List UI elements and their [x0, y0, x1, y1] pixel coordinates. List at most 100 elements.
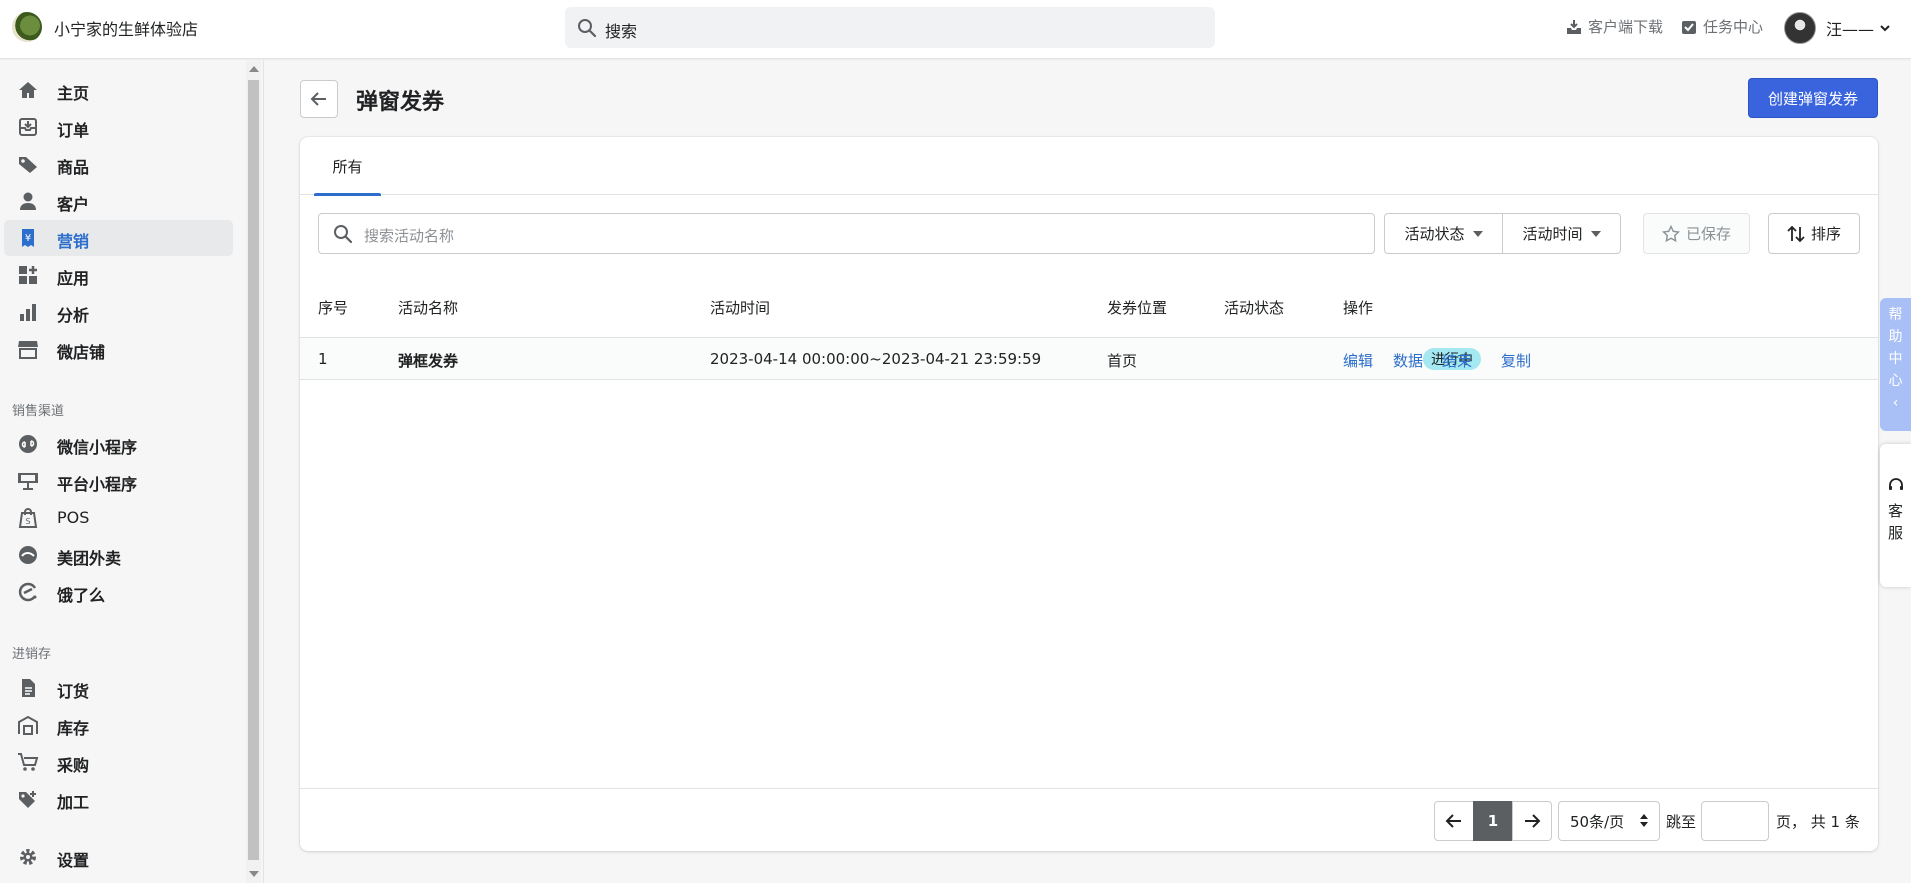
global-search[interactable]: 搜索 [565, 7, 1215, 48]
store-logo[interactable] [12, 12, 42, 42]
sidebar-item-wechat-miniprogram[interactable]: 微信小程序 [4, 426, 233, 462]
create-popup-coupon-button[interactable]: 创建弹窗发券 [1748, 78, 1878, 118]
help-center-tab[interactable]: 帮 助 中 心 ‹ [1880, 298, 1911, 431]
activity-search-input[interactable]: 搜索活动名称 [318, 213, 1375, 254]
scroll-down-arrow[interactable] [249, 871, 259, 877]
row-coupon-position: 首页 [1107, 352, 1138, 370]
service-char: 服 [1887, 524, 1903, 542]
prev-page-button[interactable] [1434, 801, 1474, 841]
jump-label: 跳至 [1666, 813, 1697, 831]
row-activity-name: 弹框发券 [398, 352, 459, 370]
column-header-name: 活动名称 [398, 299, 459, 317]
sidebar-item-home[interactable]: 主页 [4, 72, 233, 108]
sidebar-item-customers[interactable]: 客户 [4, 183, 233, 219]
sidebar-item-label: 营销 [57, 232, 90, 251]
wechat-miniprogram-icon [19, 435, 37, 453]
activity-list-card: 所有 搜索活动名称 活动状态 活动时间 已保存 排序 序号 活动名称 活动时间 … [300, 137, 1878, 851]
sort-button[interactable]: 排序 [1768, 213, 1860, 254]
headset-icon [1888, 478, 1903, 490]
task-icon [1682, 20, 1696, 34]
tab-all[interactable]: 所有 [314, 137, 381, 196]
scrollbar-thumb[interactable] [248, 80, 259, 860]
help-char: 助 [1888, 329, 1903, 345]
sidebar-item-label: 库存 [57, 719, 90, 738]
arrow-right-icon [1525, 814, 1541, 828]
jump-page-input[interactable] [1701, 801, 1769, 841]
sort-label: 排序 [1810, 225, 1841, 243]
saved-button[interactable]: 已保存 [1643, 213, 1750, 254]
order-icon [19, 118, 37, 136]
task-center-link[interactable]: 任务中心 [1681, 16, 1763, 37]
avatar[interactable] [1784, 12, 1816, 44]
pos-icon: S [18, 508, 38, 528]
sidebar-item-processing[interactable]: 加工 [4, 781, 233, 817]
sidebar-item-eleme[interactable]: 饿了么 [4, 574, 233, 610]
analytics-icon [20, 304, 36, 321]
sidebar-item-platform-miniprogram[interactable]: 平台小程序 [4, 463, 233, 499]
help-char: 心 [1888, 373, 1903, 389]
total-count: 页， 共 1 条 [1776, 813, 1860, 831]
sidebar: 主页 订单 商品 客户 ¥ 营销 应用 分析 微店铺 销售渠道 微信小程序 平台… [0, 60, 264, 883]
customer-service-tab[interactable]: 客 服 [1880, 444, 1911, 587]
meituan-icon [19, 546, 37, 564]
time-filter-dropdown[interactable]: 活动时间 [1502, 213, 1621, 254]
sidebar-item-label: 应用 [57, 269, 90, 288]
column-header-index: 序号 [318, 299, 349, 317]
sidebar-item-analytics[interactable]: 分析 [4, 294, 233, 330]
edit-link[interactable]: 编辑 [1343, 350, 1373, 371]
download-label: 客户端下载 [1588, 18, 1664, 36]
sidebar-item-marketing[interactable]: ¥ 营销 [4, 220, 233, 256]
row-index: 1 [318, 350, 328, 368]
data-link[interactable]: 数据 [1393, 350, 1423, 371]
store-name[interactable]: 小宁家的生鲜体验店 [54, 16, 198, 40]
copy-link[interactable]: 复制 [1501, 350, 1531, 371]
caret-down-icon [1472, 230, 1483, 237]
sidebar-item-ordering[interactable]: 订货 [4, 670, 233, 706]
sidebar-item-apps[interactable]: 应用 [4, 257, 233, 293]
select-arrows-icon [1640, 814, 1648, 827]
status-filter-dropdown[interactable]: 活动状态 [1384, 213, 1503, 254]
document-icon [22, 679, 35, 697]
help-char: 中 [1888, 351, 1903, 367]
sidebar-item-products[interactable]: 商品 [4, 146, 233, 182]
sidebar-item-label: 加工 [57, 793, 90, 812]
help-char: 帮 [1888, 307, 1903, 323]
status-filter-label: 活动状态 [1404, 225, 1465, 243]
service-char: 客 [1887, 502, 1903, 520]
sidebar-item-label: 主页 [57, 84, 90, 103]
sidebar-item-orders[interactable]: 订单 [4, 109, 233, 145]
platform-miniprogram-icon [18, 473, 38, 490]
sidebar-item-label: 设置 [57, 851, 90, 870]
sidebar-item-label: 分析 [57, 306, 90, 325]
scroll-up-arrow[interactable] [249, 66, 259, 72]
back-button[interactable] [300, 80, 338, 118]
column-header-actions: 操作 [1343, 299, 1374, 317]
page-size-select[interactable]: 50条/页 [1558, 801, 1660, 841]
svg-text:¥: ¥ [25, 233, 31, 244]
top-bar: 小宁家的生鲜体验店 搜索 客户端下载 任务中心 汪—— [0, 0, 1911, 59]
user-menu[interactable]: 汪—— [1826, 16, 1892, 40]
sidebar-item-stock[interactable]: 库存 [4, 707, 233, 743]
end-link[interactable]: 结束 [1442, 350, 1472, 371]
sidebar-item-pos[interactable]: S POS [4, 500, 233, 536]
sidebar-item-label: 客户 [57, 195, 90, 214]
sidebar-scrollbar[interactable] [246, 60, 261, 883]
apps-icon [19, 266, 37, 284]
sidebar-item-label: 饿了么 [57, 586, 106, 605]
eleme-icon [18, 582, 37, 602]
sidebar-item-label: 美团外卖 [57, 549, 122, 568]
table-row[interactable]: 1 弹框发券 2023-04-14 00:00:00~2023-04-21 23… [300, 337, 1878, 380]
sidebar-item-meituan[interactable]: 美团外卖 [4, 537, 233, 573]
sidebar-item-label: POS [57, 508, 90, 527]
sidebar-item-label: 商品 [57, 158, 90, 177]
warehouse-icon [18, 715, 38, 735]
section-title-inventory: 进销存 [12, 647, 52, 662]
download-link[interactable]: 客户端下载 [1566, 16, 1663, 37]
task-center-label: 任务中心 [1703, 18, 1764, 36]
sidebar-item-store[interactable]: 微店铺 [4, 331, 233, 367]
next-page-button[interactable] [1512, 801, 1552, 841]
sidebar-item-purchase[interactable]: 采购 [4, 744, 233, 780]
sidebar-item-settings[interactable]: 设置 [4, 839, 233, 875]
current-page[interactable]: 1 [1473, 801, 1513, 841]
star-icon [1661, 224, 1680, 242]
